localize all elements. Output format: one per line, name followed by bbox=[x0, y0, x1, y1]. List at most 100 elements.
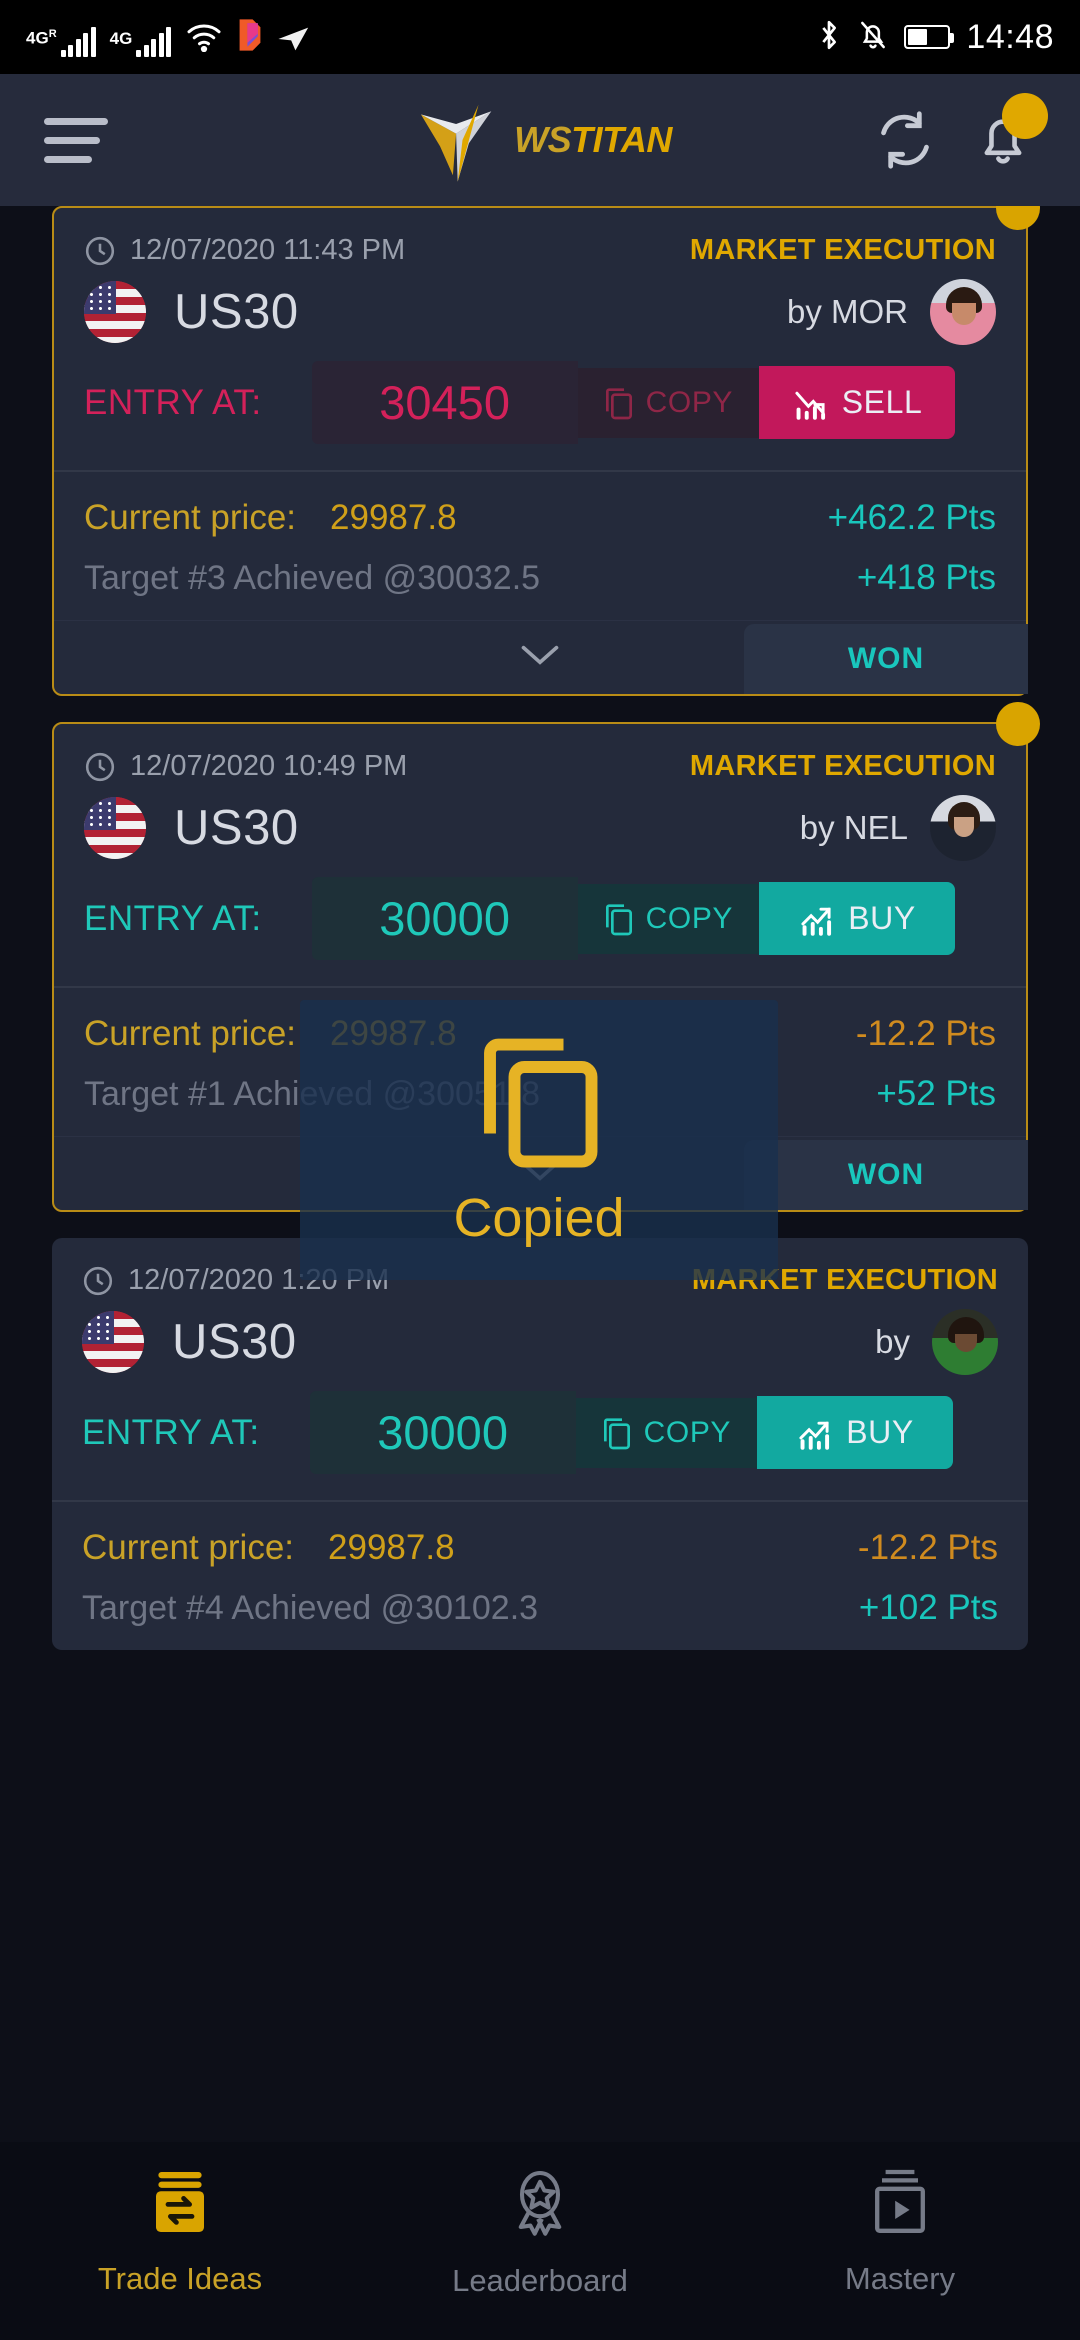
points-value: -12.2 Pts bbox=[857, 1528, 998, 1567]
copy-icon bbox=[605, 903, 632, 935]
network-1-label: 4GR bbox=[26, 27, 57, 48]
entry-label: ENTRY AT: bbox=[84, 898, 262, 938]
chart-up-icon bbox=[801, 907, 832, 936]
current-price-label: Current price: bbox=[84, 498, 297, 537]
avatar bbox=[932, 1309, 998, 1375]
card-timestamp: 12/07/2020 11:43 PM bbox=[84, 234, 405, 267]
nav-trade-ideas[interactable]: Trade Ideas bbox=[0, 2166, 360, 2297]
symbol-row: US30 by NEL bbox=[54, 787, 1026, 877]
status-bar: 4GR 4G 14:48 bbox=[0, 0, 1080, 74]
timestamp-text: 12/07/2020 10:49 PM bbox=[130, 750, 408, 782]
trade-swap-icon bbox=[146, 2166, 214, 2243]
buy-label: BUY bbox=[848, 900, 916, 936]
expand-chevron-down-icon[interactable] bbox=[518, 642, 562, 673]
avatar bbox=[930, 279, 996, 345]
silent-bell-icon bbox=[858, 19, 888, 56]
card-timestamp: 12/07/2020 10:49 PM bbox=[84, 750, 407, 783]
trade-card[interactable]: 12/07/2020 1:20 PM MARKET EXECUTION US30… bbox=[52, 1238, 1028, 1650]
status-bar-clock: 14:48 bbox=[966, 17, 1054, 56]
entry-row: ENTRY AT: 30000 COPY BUY bbox=[54, 877, 1026, 988]
current-price-label: Current price: bbox=[82, 1528, 295, 1567]
notification-badge bbox=[1002, 93, 1048, 139]
execution-type: MARKET EXECUTION bbox=[689, 234, 996, 266]
clock-icon bbox=[85, 752, 115, 781]
status-badge: WON bbox=[744, 1139, 1028, 1210]
bottom-navigation: Trade Ideas Leaderboard Mastery bbox=[0, 2142, 1080, 2340]
network-indicator-2: 4G bbox=[109, 26, 172, 57]
copy-button[interactable]: COPY bbox=[577, 883, 760, 954]
sell-label: SELL bbox=[841, 384, 923, 420]
execution-type: MARKET EXECUTION bbox=[689, 750, 996, 782]
entry-value: 30000 bbox=[309, 1391, 576, 1474]
copy-icon bbox=[603, 1417, 630, 1449]
author-byline: by bbox=[875, 1309, 998, 1375]
current-price-row: Current price: 29987.8 -12.2 Pts bbox=[52, 1502, 1028, 1574]
target-label: Target #4 Achieved @30102.3 bbox=[82, 1588, 539, 1627]
status-bar-right: 14:48 bbox=[816, 18, 1054, 57]
header-actions bbox=[874, 93, 1048, 171]
author-name: by MOR bbox=[786, 293, 908, 330]
app-logo: WSTITAN bbox=[408, 92, 672, 188]
author-byline: by NEL bbox=[800, 795, 996, 861]
video-play-icon bbox=[866, 2166, 934, 2243]
network-2-label: 4G bbox=[109, 28, 133, 48]
copy-label: COPY bbox=[645, 901, 734, 935]
entry-value: 30000 bbox=[311, 877, 578, 960]
copy-icon bbox=[605, 387, 632, 419]
award-ribbon-icon bbox=[504, 2166, 576, 2245]
nav-label: Leaderboard bbox=[452, 2263, 628, 2298]
chart-down-icon bbox=[795, 391, 825, 420]
copy-button[interactable]: COPY bbox=[575, 1397, 758, 1468]
trade-card[interactable]: 12/07/2020 11:43 PM MARKET EXECUTION US3… bbox=[52, 206, 1040, 696]
clock-icon bbox=[85, 236, 115, 265]
clock-icon bbox=[83, 1266, 113, 1295]
card-header: 12/07/2020 10:49 PM MARKET EXECUTION bbox=[54, 724, 1026, 787]
symbol-label: US30 bbox=[172, 1315, 297, 1369]
target-points: +102 Pts bbox=[858, 1588, 998, 1627]
card-footer: WON bbox=[54, 620, 1028, 694]
entry-value: 30450 bbox=[311, 361, 578, 444]
us-flag-icon bbox=[84, 797, 146, 859]
brand-title: WSTITAN bbox=[514, 119, 672, 160]
points-value: -12.2 Pts bbox=[855, 1014, 996, 1053]
entry-label: ENTRY AT: bbox=[84, 382, 262, 422]
symbol-row: US30 by bbox=[52, 1301, 1028, 1391]
menu-icon[interactable] bbox=[44, 117, 108, 163]
bell-icon[interactable] bbox=[974, 93, 1048, 171]
copy-icon bbox=[476, 1032, 602, 1177]
signal-bars-2 bbox=[136, 26, 172, 57]
timestamp-text: 12/07/2020 11:43 PM bbox=[130, 234, 406, 266]
target-label: Target #3 Achieved @30032.5 bbox=[84, 558, 541, 597]
us-flag-icon bbox=[82, 1311, 144, 1373]
buy-button[interactable]: BUY bbox=[759, 882, 956, 955]
nav-mastery[interactable]: Mastery bbox=[720, 2166, 1080, 2297]
toast-text: Copied bbox=[453, 1187, 625, 1248]
sell-button[interactable]: SELL bbox=[759, 366, 956, 439]
signal-bars-1 bbox=[60, 26, 96, 57]
copied-toast: Copied bbox=[300, 1000, 778, 1280]
wifi-icon bbox=[185, 22, 223, 57]
chart-up-icon bbox=[799, 1421, 830, 1450]
copy-button[interactable]: COPY bbox=[577, 367, 760, 438]
nav-label: Trade Ideas bbox=[97, 2261, 263, 2296]
buy-button[interactable]: BUY bbox=[757, 1396, 954, 1469]
network-indicator-1: 4GR bbox=[26, 26, 96, 57]
target-row: Target #3 Achieved @30032.5 +418 Pts bbox=[54, 544, 1026, 620]
symbol-label: US30 bbox=[174, 801, 299, 855]
us-flag-icon bbox=[84, 281, 146, 343]
bluetooth-icon bbox=[816, 18, 842, 57]
nav-label: Mastery bbox=[844, 2261, 956, 2296]
titan-dart-icon bbox=[420, 104, 492, 182]
battery-icon bbox=[904, 25, 955, 49]
vpn-icon bbox=[277, 26, 311, 57]
card-status-badge bbox=[996, 702, 1040, 746]
symbol-row: US30 by MOR bbox=[54, 271, 1026, 361]
refresh-icon[interactable] bbox=[874, 109, 936, 171]
entry-row: ENTRY AT: 30000 COPY BUY bbox=[52, 1391, 1028, 1502]
app-icon bbox=[237, 18, 263, 57]
copy-label: COPY bbox=[643, 1415, 732, 1449]
points-value: +462.2 Pts bbox=[827, 498, 996, 537]
target-points: +52 Pts bbox=[876, 1074, 996, 1113]
status-bar-left: 4GR 4G bbox=[26, 18, 311, 57]
nav-leaderboard[interactable]: Leaderboard bbox=[360, 2166, 720, 2299]
